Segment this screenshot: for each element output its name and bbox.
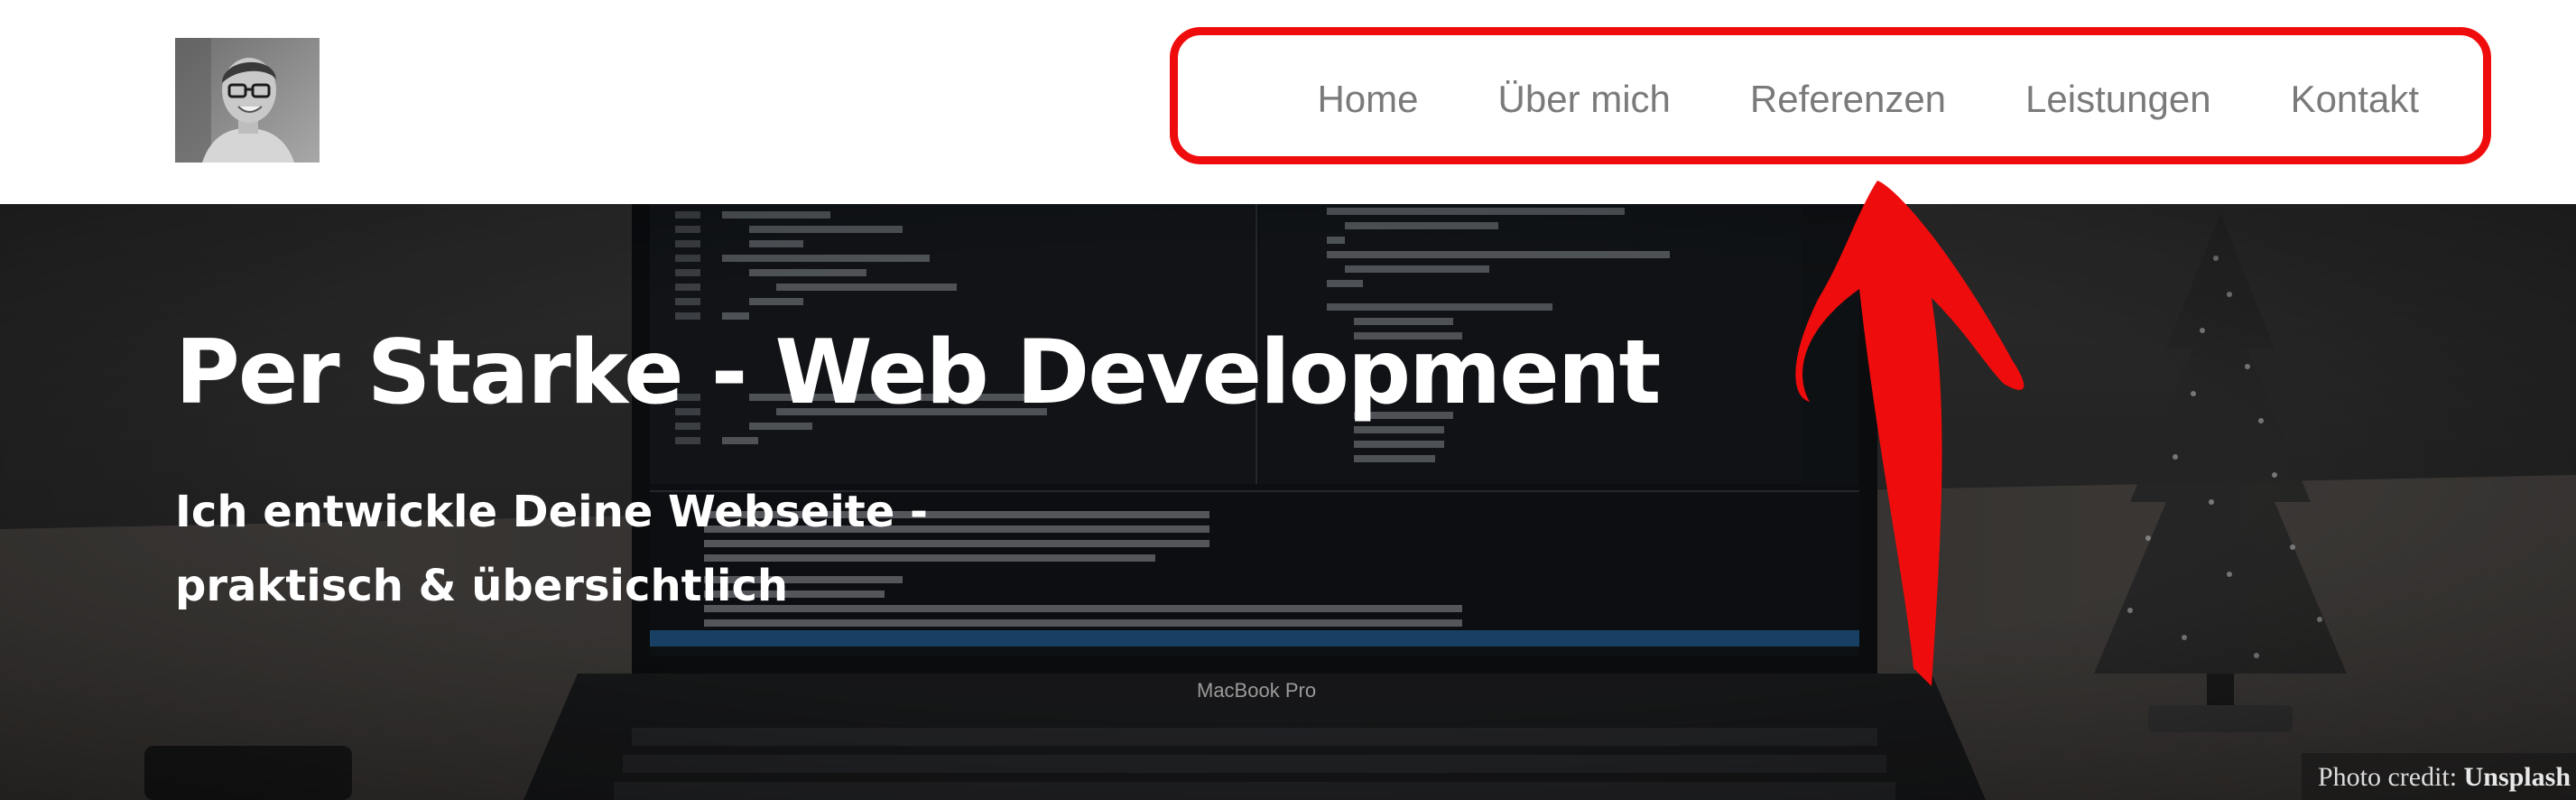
photo-credit-source-link[interactable]: Unsplash (2464, 762, 2571, 792)
nav-leistungen[interactable]: Leistungen (2025, 78, 2211, 121)
hero-section: Per Starke - Web Development Ich entwick… (0, 204, 2576, 800)
hero-subtitle-line-1: Ich entwickle Deine Webseite - (175, 487, 928, 537)
hero-subtitle-line-2: praktisch & übersichtlich (175, 561, 789, 611)
hero-title: Per Starke - Web Development (175, 321, 1661, 424)
main-nav: Home Über mich Referenzen Leistungen Kon… (1173, 32, 2491, 167)
hero-subtitle: Ich entwickle Deine Webseite - praktisch… (175, 475, 1258, 623)
page: Home Über mich Referenzen Leistungen Kon… (0, 0, 2576, 800)
nav-kontakt[interactable]: Kontakt (2291, 78, 2419, 121)
nav-ueber-mich[interactable]: Über mich (1498, 78, 1671, 121)
avatar-image (175, 38, 320, 163)
photo-credit-prefix: Photo credit: (2317, 762, 2464, 792)
nav-home[interactable]: Home (1317, 78, 1418, 121)
nav-referenzen[interactable]: Referenzen (1750, 78, 1946, 121)
avatar[interactable] (175, 38, 320, 163)
laptop-label: MacBook Pro (1197, 679, 1317, 702)
photo-credit: Photo credit: Unsplash (2301, 753, 2576, 800)
site-header: Home Über mich Referenzen Leistungen Kon… (0, 0, 2576, 204)
